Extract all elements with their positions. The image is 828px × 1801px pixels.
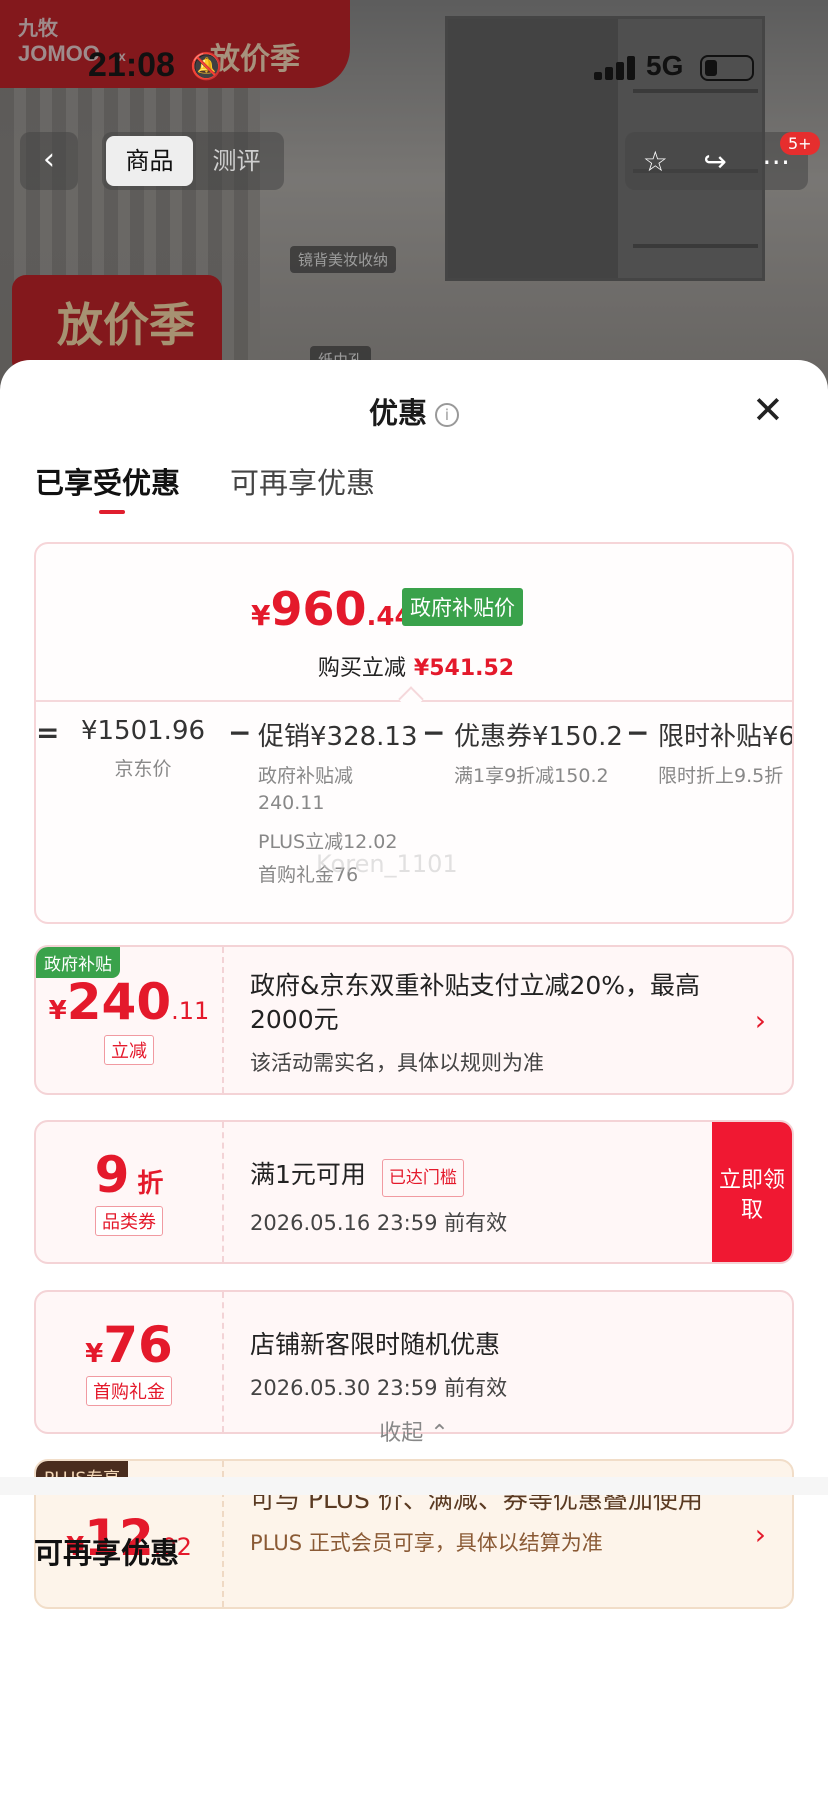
coupon-validity: 2026.05.30 23:59 前有效: [250, 1376, 508, 1400]
category-coupon-card: 9折 品类券 满1元可用 已达门槛 2026.05.16 23:59 前有效 立…: [34, 1120, 794, 1264]
coupon-details: 政府&京东双重补贴支付立减20%，最高2000元 该活动需实名，具体以规则为准: [250, 969, 722, 1077]
pointer-notch: [398, 686, 424, 712]
coupon-title: 店铺新客限时随机优惠: [250, 1330, 501, 1359]
coupon-type-tag: 立减: [104, 1035, 154, 1065]
minus-sign: −: [422, 716, 446, 749]
coupon-details: 店铺新客限时随机优惠 2026.05.30 23:59 前有效: [250, 1328, 722, 1402]
coupon-subtitle: PLUS 正式会员可享，具体以结算为准: [250, 1531, 603, 1555]
gov-subsidy-price-tag: 政府补贴价: [402, 588, 523, 626]
more-discounts-heading: 可再享优惠: [34, 1536, 180, 1570]
coupon-type-tag: 首购礼金: [86, 1376, 172, 1406]
back-arrow-icon: ‹: [43, 142, 55, 177]
tab-review[interactable]: 测评: [193, 136, 280, 186]
price-summary-card: ¥960.44 政府补贴价 购买立减 ¥541.52 = ¥1501.96 京东价…: [34, 542, 794, 924]
discount-tabs: 已享受优惠 可再享优惠: [35, 460, 375, 514]
sheet-title: 优惠 i: [0, 390, 828, 432]
back-button[interactable]: ‹: [20, 132, 78, 190]
coupon-details: 满1元可用 已达门槛 2026.05.16 23:59 前有效: [250, 1158, 722, 1237]
section-separator: [0, 1477, 828, 1495]
tab-more-discounts[interactable]: 可再享优惠: [230, 460, 375, 502]
tab-product[interactable]: 商品: [106, 136, 193, 186]
total-reduction: 购买立减 ¥541.52: [317, 656, 515, 681]
breakdown-jd-price: ¥1501.96 京东价: [80, 716, 206, 780]
gov-subsidy-card[interactable]: ¥240.11 立减 政府补贴 政府&京东双重补贴支付立减20%，最高2000元…: [34, 945, 794, 1095]
collapse-button[interactable]: 收起 ⌃: [0, 1415, 828, 1447]
first-purchase-gift-card: ¥76 首购礼金 店铺新客限时随机优惠 2026.05.30 23:59 前有效: [34, 1290, 794, 1434]
final-price: ¥960.44: [251, 582, 413, 636]
mute-bell-icon: 🔕: [190, 52, 223, 82]
battery-icon: [700, 55, 754, 81]
status-time: 21:08: [88, 46, 175, 84]
coupon-subtitle: 该活动需实名，具体以规则为准: [250, 1051, 544, 1075]
nav-tabs: 商品 测评: [102, 132, 284, 190]
claim-coupon-button[interactable]: 立即领取: [712, 1122, 792, 1262]
status-bar: 21:08 🔕 5G: [0, 0, 828, 136]
coupon-amount: ¥76 首购礼金: [36, 1292, 224, 1432]
breakdown-coupon: 优惠券¥150.2 满1享9折减150.2: [454, 722, 623, 787]
coupon-validity: 2026.05.16 23:59 前有效: [250, 1211, 508, 1235]
close-icon[interactable]: ✕: [752, 390, 784, 430]
minus-sign: −: [228, 716, 252, 749]
favorite-star-icon[interactable]: ☆: [643, 145, 668, 178]
breakdown-limited-subsidy: 限时补贴¥63.1 限时折上9.5折: [658, 722, 794, 787]
signal-icon: [594, 56, 636, 80]
share-icon[interactable]: ↪: [703, 145, 726, 178]
gov-subsidy-corner-tag: 政府补贴: [36, 947, 120, 978]
chevron-right-icon: ›: [754, 1518, 766, 1551]
message-badge: 5+: [780, 132, 820, 155]
price-breakdown: = ¥1501.96 京东价 − 促销¥328.13 政府补贴减 240.11 …: [36, 716, 794, 916]
info-icon[interactable]: i: [435, 403, 459, 427]
threshold-met-tag: 已达门槛: [381, 1159, 464, 1197]
minus-sign: −: [626, 716, 650, 749]
discount-sheet: 优惠 i ✕ 已享受优惠 可再享优惠 ¥960.44 政府补贴价 购买立减 ¥541…: [0, 360, 828, 1801]
coupon-title: 满1元可用 已达门槛: [250, 1158, 722, 1197]
network-type: 5G: [646, 50, 684, 81]
coupon-type-tag: 品类券: [95, 1206, 163, 1236]
tab-enjoyed-discounts[interactable]: 已享受优惠: [35, 460, 180, 514]
equals-sign: =: [36, 716, 60, 749]
coupon-amount: 9折 品类券: [36, 1122, 224, 1262]
chevron-right-icon: ›: [754, 1004, 766, 1037]
coupon-title: 政府&京东双重补贴支付立减20%，最高2000元: [250, 971, 701, 1034]
watermark: Koren_1101: [316, 850, 458, 878]
